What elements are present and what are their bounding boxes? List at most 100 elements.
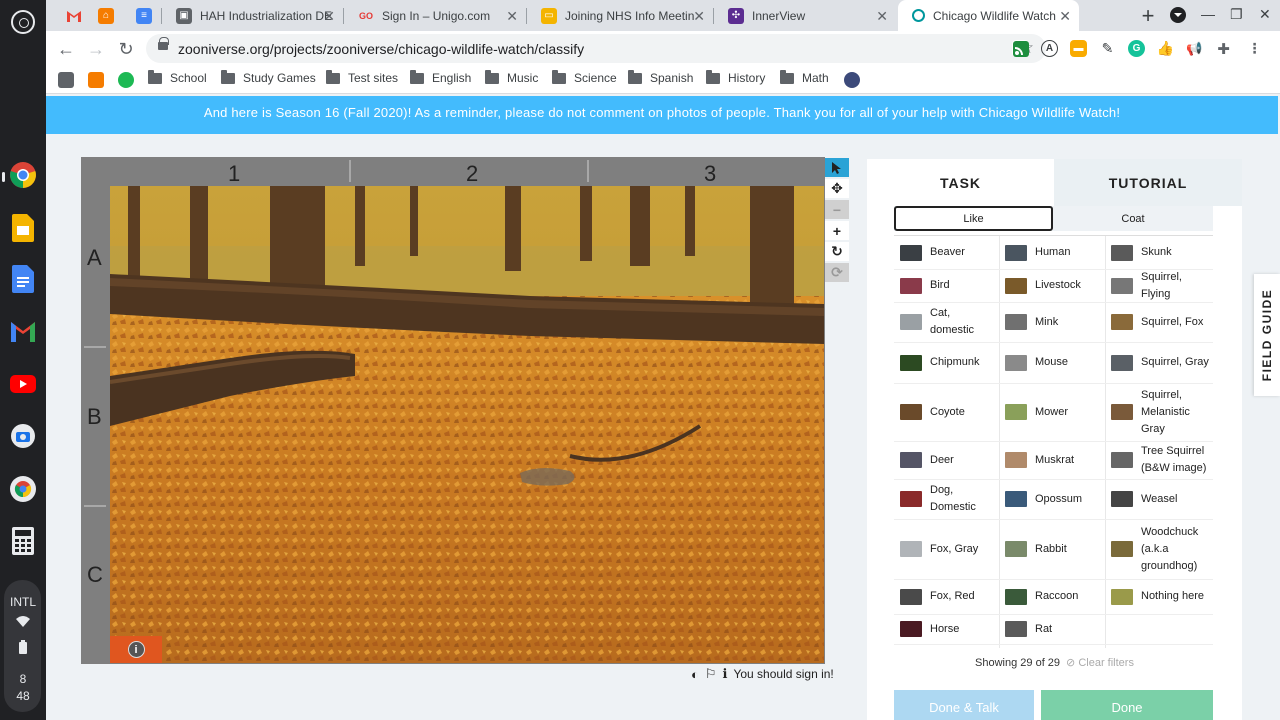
spotify-icon[interactable] [118, 72, 134, 88]
close-tab-icon[interactable]: ✕ [876, 8, 888, 25]
bookmark-globe-icon[interactable] [844, 72, 860, 88]
grammarly-icon[interactable]: G [1128, 40, 1145, 57]
chrome-app-icon[interactable] [8, 160, 38, 190]
minimize-icon[interactable]: — [1201, 6, 1215, 22]
address-bar[interactable]: zooniverse.org/projects/zooniverse/chica… [146, 34, 1046, 63]
species-choice-button[interactable]: Nothing here [1111, 579, 1211, 614]
done-and-talk-button[interactable]: Done & Talk [894, 690, 1034, 720]
move-tool-icon[interactable]: ✥ [825, 179, 849, 198]
tab-tutorial[interactable]: TUTORIAL [1054, 159, 1242, 206]
forward-arrow-icon[interactable]: → [84, 37, 108, 61]
bookmark-house-icon[interactable] [88, 72, 104, 88]
invert-colors-icon[interactable]: ◐ [691, 667, 699, 682]
species-choice-button[interactable]: Tree Squirrel (B&W image) [1111, 441, 1211, 479]
thumbs-up-icon[interactable]: 👍 [1157, 40, 1174, 57]
chrome-web-store-icon[interactable] [8, 474, 38, 504]
bookmark-folder-school[interactable]: School [148, 69, 207, 85]
bookmark-folder-study-games[interactable]: Study Games [221, 69, 316, 85]
species-choice-button[interactable]: Rat [1005, 614, 1103, 644]
species-choice-button[interactable]: Bird [900, 269, 997, 302]
species-choice-button[interactable]: Woodchuck (a.k.a groundhog) [1111, 519, 1211, 579]
tab-chicago-wildlife-watch[interactable]: Chicago Wildlife Watch ✕ [898, 0, 1079, 31]
field-guide-tab[interactable]: FIELD GUIDE [1254, 274, 1280, 396]
extensions-icon[interactable]: ✚ [1215, 40, 1232, 58]
tab-pinned-2[interactable]: ⌂ [84, 0, 122, 31]
species-choice-button[interactable]: Mink [1005, 302, 1103, 342]
species-choice-button[interactable]: Mouse [1005, 342, 1103, 383]
species-choice-button[interactable]: Squirrel, Fox [1111, 302, 1211, 342]
back-arrow-icon[interactable]: ← [54, 37, 78, 61]
close-window-icon[interactable]: ✕ [1259, 6, 1271, 23]
calculator-app-icon[interactable] [8, 526, 38, 556]
grammar-extension-icon[interactable]: A [1041, 40, 1058, 57]
rss-extension-icon[interactable] [1012, 40, 1029, 57]
url-text[interactable]: zooniverse.org/projects/zooniverse/chica… [178, 41, 584, 57]
reset-view-icon[interactable]: ⟳ [825, 263, 849, 282]
lock-icon[interactable] [158, 37, 169, 50]
info-circle-icon[interactable]: ℹ [723, 666, 728, 682]
filter-coat-button[interactable]: Coat [1053, 206, 1213, 231]
close-tab-icon[interactable]: ✕ [1059, 8, 1071, 25]
tab-gmail[interactable] [52, 0, 84, 31]
tab-nhs-meeting[interactable]: ▭ Joining NHS Info Meetin ✕ [527, 0, 713, 31]
tab-task[interactable]: TASK [867, 159, 1054, 206]
tab-unigo[interactable]: GO Sign In – Unigo.com ✕ [344, 0, 526, 31]
zoom-in-icon[interactable]: + [825, 221, 849, 240]
rotate-icon[interactable]: ↻ [825, 242, 849, 261]
bookmark-folder-science[interactable]: Science [552, 69, 617, 85]
gmail-app-icon[interactable] [8, 316, 38, 346]
species-choice-button[interactable]: Skunk [1111, 236, 1211, 269]
species-choice-button[interactable]: Weasel [1111, 479, 1211, 519]
tab-hah-industrialization[interactable]: ▣ HAH Industrialization DE ✕ [162, 0, 343, 31]
species-choice-button[interactable]: Horse [900, 614, 997, 644]
launcher-icon[interactable] [11, 10, 35, 34]
done-button[interactable]: Done [1041, 690, 1213, 720]
bookmark-classroom-icon[interactable] [58, 72, 74, 88]
restore-icon[interactable]: ❐ [1230, 6, 1243, 23]
metadata-button[interactable]: i [110, 636, 162, 663]
pointer-tool-icon[interactable] [825, 158, 849, 177]
new-tab-button[interactable]: + [1135, 3, 1161, 29]
camera-trap-photo[interactable]: i [110, 186, 824, 663]
species-choice-button[interactable]: Coyote [900, 383, 997, 441]
species-choice-button[interactable]: Raccoon [1005, 579, 1103, 614]
species-choice-button[interactable]: Chipmunk [900, 342, 997, 383]
species-choice-button[interactable]: Rabbit [1005, 519, 1103, 579]
bookmark-folder-math[interactable]: Math [780, 69, 829, 85]
youtube-app-icon[interactable] [8, 369, 38, 399]
menu-kebab-icon[interactable]: ⋮ [1246, 40, 1263, 57]
species-choice-button[interactable]: Squirrel, Gray [1111, 342, 1211, 383]
flag-icon[interactable]: ⚐ [705, 666, 717, 682]
species-choice-button[interactable]: Fox, Gray [900, 519, 997, 579]
clear-filters-link[interactable]: ⊘ Clear filters [1066, 657, 1134, 669]
bookmark-folder-spanish[interactable]: Spanish [628, 69, 693, 85]
species-choice-button[interactable]: Dog, Domestic [900, 479, 997, 519]
close-tab-icon[interactable]: ✕ [506, 8, 518, 25]
tab-docs[interactable]: ≡ [122, 0, 160, 31]
species-choice-button[interactable]: Cat, domestic [900, 302, 997, 342]
species-choice-button[interactable]: Deer [900, 441, 997, 479]
species-choice-button[interactable]: Fox, Red [900, 579, 997, 614]
slides-app-icon[interactable] [8, 213, 38, 243]
puzzle-tool-icon[interactable]: ✎ [1099, 40, 1116, 57]
species-choice-button[interactable]: Squirrel, Melanistic Gray [1111, 383, 1211, 441]
megaphone-icon[interactable]: 📢 [1186, 40, 1203, 57]
species-choice-button[interactable]: Opossum [1005, 479, 1103, 519]
bookmark-folder-english[interactable]: English [410, 69, 471, 85]
docs-app-icon[interactable] [8, 264, 38, 294]
bookmark-folder-history[interactable]: History [706, 69, 765, 85]
species-choice-button[interactable]: Beaver [900, 236, 997, 269]
species-choice-button[interactable]: Mower [1005, 383, 1103, 441]
reload-icon[interactable]: ↻ [114, 37, 138, 61]
species-choice-button[interactable]: Muskrat [1005, 441, 1103, 479]
bookmark-folder-test-sites[interactable]: Test sites [326, 69, 398, 85]
zoom-out-icon[interactable]: − [825, 200, 849, 219]
close-tab-icon[interactable]: ✕ [323, 8, 335, 25]
ime-indicator[interactable]: INTL [0, 595, 46, 609]
tab-innerview[interactable]: ✣ InnerView ✕ [714, 0, 896, 31]
species-choice-button[interactable]: Squirrel, Flying [1111, 269, 1211, 302]
species-choice-button[interactable]: Livestock [1005, 269, 1103, 302]
bookmark-folder-music[interactable]: Music [485, 69, 538, 85]
species-choice-button[interactable]: Human [1005, 236, 1103, 269]
tab-search-icon[interactable] [1170, 7, 1186, 23]
